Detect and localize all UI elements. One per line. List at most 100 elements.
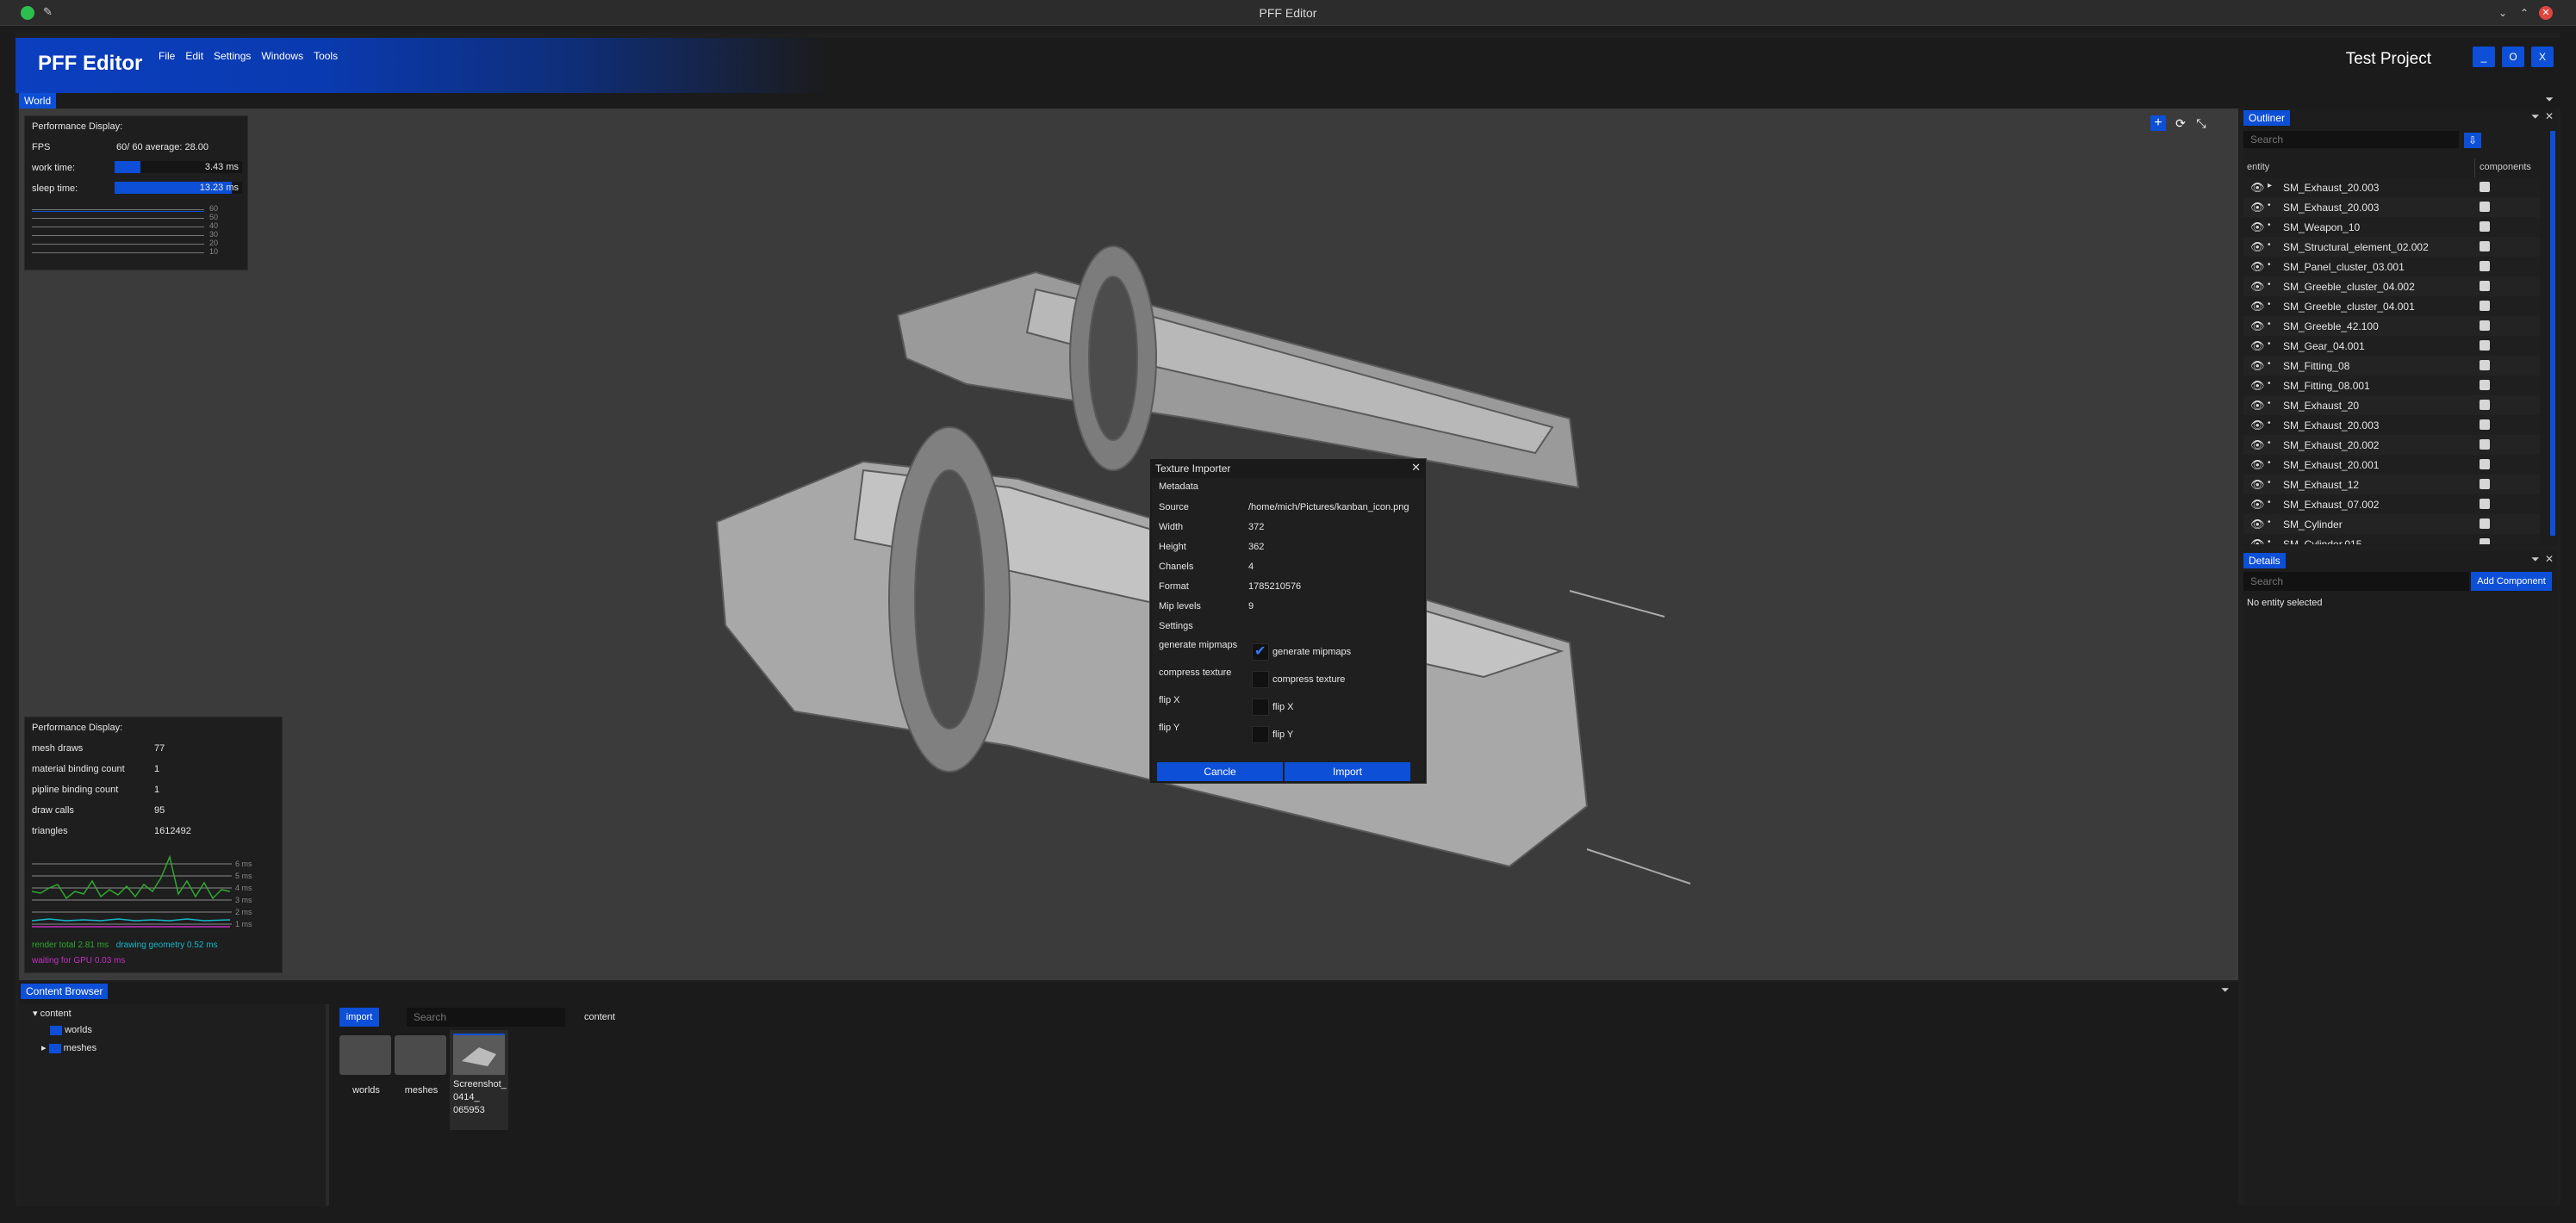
- content-splitter[interactable]: [326, 1004, 329, 1206]
- scale-tool-icon[interactable]: ⤡: [2193, 115, 2209, 131]
- content-item-label: meshes: [404, 1085, 439, 1096]
- outliner-row[interactable]: 👁 • SM_Structural_element_02.002: [2243, 237, 2540, 257]
- tree-item-label: worlds: [65, 1025, 92, 1035]
- sleep-time-label: sleep time:: [32, 183, 78, 194]
- flip-y-label: flip Y: [1159, 723, 1180, 733]
- outliner-row[interactable]: 👁 • SM_Exhaust_20.002: [2243, 435, 2540, 455]
- outliner-options-icon[interactable]: ⏷: [2531, 110, 2540, 123]
- visibility-eye-icon[interactable]: 👁: [2250, 181, 2265, 194]
- visibility-eye-icon[interactable]: 👁: [2250, 339, 2265, 352]
- outliner-row[interactable]: 👁 • SM_Exhaust_20.003: [2243, 415, 2540, 435]
- outliner-row[interactable]: 👁 ▸ SM_Exhaust_20.003: [2243, 177, 2540, 197]
- outliner-row[interactable]: 👁 • SM_Exhaust_20.001: [2243, 455, 2540, 475]
- world-viewport[interactable]: + ⟳ ⤡ Performance Display: FPS 60/ 60 av…: [19, 109, 2238, 980]
- outliner-scrollbar[interactable]: [2550, 131, 2555, 536]
- menu-settings[interactable]: Settings: [214, 50, 251, 62]
- minimize-button[interactable]: _: [2473, 47, 2495, 67]
- outliner-row[interactable]: 👁 • SM_Greeble_cluster_04.001: [2243, 296, 2540, 316]
- dialog-close-icon[interactable]: ✕: [1411, 461, 1421, 475]
- dialog-title: Texture Importer: [1155, 463, 1231, 475]
- visibility-eye-icon[interactable]: 👁: [2250, 537, 2265, 544]
- visibility-eye-icon[interactable]: 👁: [2250, 320, 2265, 332]
- flip-y-checkbox[interactable]: [1252, 726, 1269, 743]
- content-browser-options-icon[interactable]: ⏷: [2221, 984, 2230, 996]
- outliner-row[interactable]: 👁 • SM_Panel_cluster_03.001: [2243, 257, 2540, 276]
- entity-name: SM_Exhaust_07.002: [2283, 499, 2380, 511]
- outliner-row[interactable]: 👁 • SM_Fitting_08: [2243, 356, 2540, 376]
- panel-options-icon[interactable]: ⏷: [2545, 93, 2554, 106]
- visibility-eye-icon[interactable]: 👁: [2250, 458, 2265, 471]
- visibility-eye-icon[interactable]: 👁: [2250, 260, 2265, 273]
- content-item-screenshot[interactable]: Screenshot_ 0414_ 065953: [450, 1030, 508, 1130]
- tab-content-browser[interactable]: Content Browser: [21, 984, 109, 999]
- menu-windows[interactable]: Windows: [261, 50, 303, 62]
- content-item-worlds[interactable]: worlds: [339, 1035, 393, 1113]
- outliner-row[interactable]: 👁 • SM_Exhaust_20.003: [2243, 197, 2540, 217]
- visibility-eye-icon[interactable]: 👁: [2250, 300, 2265, 313]
- visibility-eye-icon[interactable]: 👁: [2250, 359, 2265, 372]
- legend-row-1: render total 2.81 ms drawing geometry 0.…: [32, 938, 218, 953]
- tree-item-meshes[interactable]: ▸ meshes: [41, 1042, 96, 1053]
- details-close-icon[interactable]: ✕: [2545, 553, 2554, 565]
- legend-render-value: 2.81 ms: [78, 941, 109, 950]
- outliner-row[interactable]: 👁 • SM_Exhaust_20: [2243, 395, 2540, 415]
- details-options-icon[interactable]: ⏷: [2531, 553, 2540, 566]
- thumbnail-image: [462, 1047, 496, 1066]
- menu-edit[interactable]: Edit: [185, 50, 203, 62]
- menu-file[interactable]: File: [159, 50, 175, 62]
- entity-column-header[interactable]: entity: [2247, 162, 2269, 172]
- maximize-button[interactable]: O: [2502, 47, 2524, 67]
- outliner-row[interactable]: 👁 • SM_Fitting_08.001: [2243, 376, 2540, 395]
- rotate-tool-icon[interactable]: ⟳: [2173, 115, 2188, 131]
- visibility-eye-icon[interactable]: 👁: [2250, 478, 2265, 491]
- flip-x-checkbox[interactable]: [1252, 698, 1269, 716]
- tree-root[interactable]: ▾ content: [33, 1008, 72, 1019]
- add-component-button[interactable]: Add Component: [2471, 572, 2552, 591]
- visibility-eye-icon[interactable]: 👁: [2250, 518, 2265, 531]
- outliner-row[interactable]: 👁 • SM_Greeble_42.100: [2243, 316, 2540, 336]
- close-button[interactable]: X: [2531, 47, 2554, 67]
- move-tool-icon[interactable]: +: [2150, 115, 2166, 131]
- tab-details[interactable]: Details: [2243, 553, 2286, 568]
- work-time-value: 3.43 ms: [204, 162, 239, 172]
- visibility-eye-icon[interactable]: 👁: [2250, 419, 2265, 431]
- generate-mipmaps-checkbox[interactable]: ✔: [1252, 643, 1269, 661]
- tab-outliner[interactable]: Outliner: [2243, 110, 2291, 126]
- details-search-input[interactable]: [2243, 572, 2469, 591]
- sleep-time-bar: 13.23 ms: [115, 182, 242, 194]
- close-window-icon[interactable]: ✕: [2539, 6, 2553, 20]
- content-item-meshes[interactable]: meshes: [395, 1035, 448, 1113]
- content-search-input[interactable]: [407, 1008, 565, 1027]
- content-import-button[interactable]: import: [339, 1008, 379, 1027]
- outliner-close-icon[interactable]: ✕: [2545, 110, 2554, 122]
- tree-item-worlds[interactable]: worlds: [50, 1025, 92, 1035]
- visibility-eye-icon[interactable]: 👁: [2250, 220, 2265, 233]
- expand-arrow-icon[interactable]: ▸: [2268, 181, 2272, 190]
- visibility-eye-icon[interactable]: 👁: [2250, 201, 2265, 214]
- visibility-eye-icon[interactable]: 👁: [2250, 280, 2265, 293]
- visibility-eye-icon[interactable]: 👁: [2250, 240, 2265, 253]
- minimize-window-icon[interactable]: ⌄: [2496, 6, 2510, 20]
- tab-world[interactable]: World: [19, 93, 57, 109]
- outliner-row[interactable]: 👁 • SM_Exhaust_07.002: [2243, 494, 2540, 514]
- outliner-row[interactable]: 👁 • SM_Greeble_cluster_04.002: [2243, 276, 2540, 296]
- menu-tools[interactable]: Tools: [314, 50, 338, 62]
- outliner-row[interactable]: 👁 • SM_Weapon_10: [2243, 217, 2540, 237]
- compress-texture-checkbox[interactable]: [1252, 671, 1269, 688]
- visibility-eye-icon[interactable]: 👁: [2250, 399, 2265, 412]
- tick-label: 20: [209, 239, 219, 247]
- visibility-eye-icon[interactable]: 👁: [2250, 379, 2265, 392]
- visibility-eye-icon[interactable]: 👁: [2250, 498, 2265, 511]
- maximize-window-icon[interactable]: ⌃: [2517, 6, 2531, 20]
- outliner-search-input[interactable]: [2243, 131, 2459, 148]
- entity-name: SM_Exhaust_20.001: [2283, 459, 2380, 471]
- components-column-header[interactable]: components: [2480, 162, 2531, 172]
- outliner-row[interactable]: 👁 • SM_Exhaust_12: [2243, 475, 2540, 494]
- import-button[interactable]: Import: [1285, 762, 1410, 781]
- visibility-eye-icon[interactable]: 👁: [2250, 438, 2265, 451]
- outliner-row[interactable]: 👁 • SM_Gear_04.001: [2243, 336, 2540, 356]
- outliner-row[interactable]: 👁 • SM_Cylinder: [2243, 514, 2540, 534]
- add-entity-button[interactable]: ⇩: [2464, 133, 2481, 148]
- outliner-row[interactable]: 👁 • SM_Cylinder.015: [2243, 534, 2540, 544]
- cancel-button[interactable]: Cancle: [1157, 762, 1283, 781]
